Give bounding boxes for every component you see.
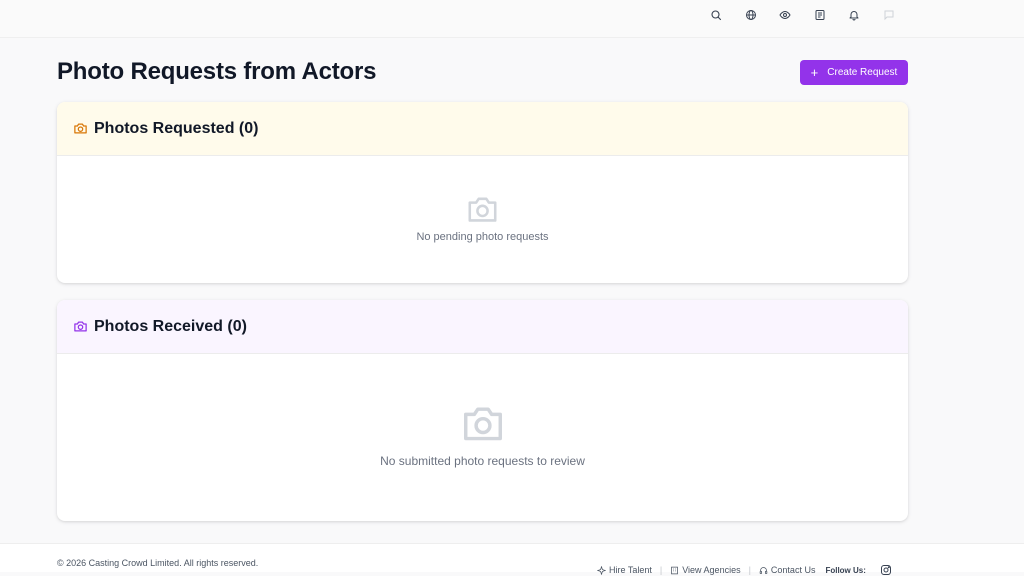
photos-received-header: Photos Received (0) [57, 300, 908, 354]
newspaper-icon [815, 10, 825, 20]
copyright-text: © 2026 Casting Crowd Limited. All rights… [57, 558, 259, 568]
contact-us-label: Contact Us [770, 565, 816, 575]
camera-icon [468, 197, 497, 222]
divider: | [748, 565, 751, 575]
hire-talent-label: Hire Talent [609, 565, 652, 575]
camera-icon [74, 321, 87, 332]
photos-received-title: Photos Received (0) [94, 317, 247, 335]
footer: © 2026 Casting Crowd Limited. All rights… [0, 543, 1024, 575]
instagram-icon[interactable] [880, 564, 892, 576]
photos-received-card: Photos Received (0) No submitted photo r… [57, 300, 908, 521]
photos-requested-card: Photos Requested (0) No pending photo re… [57, 102, 908, 283]
globe-icon [745, 10, 756, 20]
preview-button[interactable] [768, 7, 803, 23]
bell-icon [849, 11, 859, 21]
topbar-icons [699, 7, 906, 23]
contact-us-link[interactable]: Contact Us [759, 565, 816, 575]
empty-state: No pending photo requests [57, 195, 908, 243]
news-button[interactable] [803, 7, 838, 23]
top-bar [0, 0, 1024, 38]
language-button[interactable] [734, 7, 769, 23]
plus-icon: + [810, 64, 819, 80]
search-button[interactable] [699, 7, 734, 23]
view-agencies-link[interactable]: View Agencies [670, 565, 741, 575]
messages-button[interactable] [872, 7, 907, 23]
photos-requested-header: Photos Requested (0) [57, 102, 908, 156]
empty-state-message: No pending photo requests [416, 231, 549, 243]
chat-icon [884, 10, 894, 21]
footer-links: Hire Talent | View Agencies | Contact Us… [597, 564, 892, 576]
search-icon [711, 10, 722, 21]
hire-talent-link[interactable]: Hire Talent [597, 565, 652, 575]
headset-icon [759, 566, 768, 574]
sparkle-icon [597, 565, 606, 575]
notifications-button[interactable] [837, 7, 872, 23]
empty-state-message: No submitted photo requests to review [380, 454, 585, 468]
page-title: Photo Requests from Actors [57, 58, 377, 85]
create-request-label: Create Request [827, 67, 898, 78]
camera-icon [463, 407, 502, 441]
view-agencies-label: View Agencies [682, 565, 741, 575]
create-request-button[interactable]: + Create Request [800, 60, 908, 85]
follow-us-label: Follow Us: [825, 565, 866, 575]
empty-state: No submitted photo requests to review [57, 404, 908, 468]
camera-icon [74, 123, 87, 134]
eye-icon [779, 10, 791, 20]
building-icon [671, 566, 679, 574]
divider: | [659, 565, 663, 575]
photos-requested-title: Photos Requested (0) [94, 119, 259, 137]
